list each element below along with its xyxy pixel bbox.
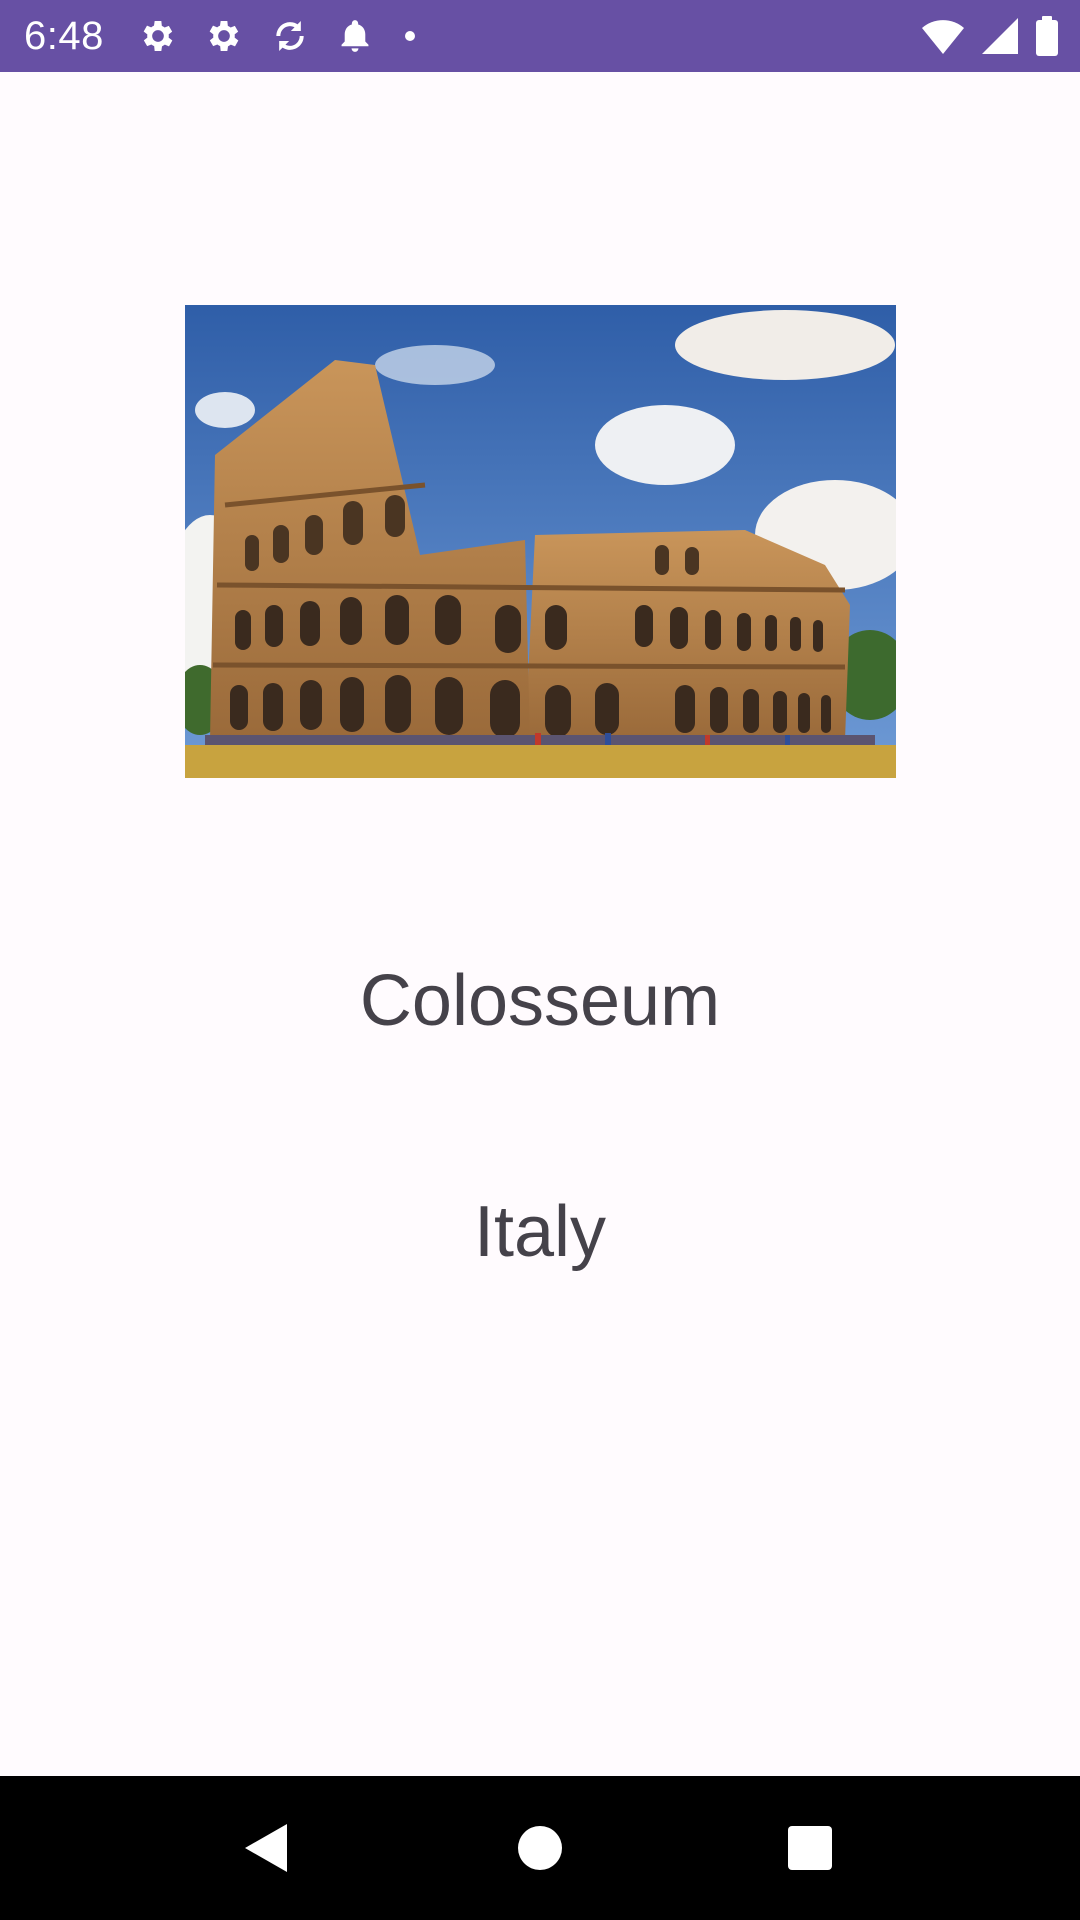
navigation-bar: [0, 1776, 1080, 1920]
dot-icon: [400, 16, 420, 56]
wifi-icon: [920, 16, 966, 56]
landmark-country: Italy: [473, 1192, 607, 1272]
colosseum-photo: [185, 305, 896, 778]
status-bar: 6:48: [0, 0, 1080, 72]
back-icon: [245, 1824, 287, 1872]
status-icons-left: [138, 16, 420, 56]
home-icon: [518, 1826, 562, 1870]
settings-icon: [138, 16, 178, 56]
landmark-name: Colosseum: [359, 961, 721, 1041]
settings-icon: [204, 16, 244, 56]
battery-icon: [1034, 15, 1060, 57]
status-time: 6:48: [24, 13, 104, 58]
recents-icon: [788, 1826, 832, 1870]
cell-signal-icon: [980, 16, 1020, 56]
status-icons-right: [920, 0, 1060, 72]
landmark-detail: Colosseum Italy: [0, 72, 1080, 1776]
home-button[interactable]: [460, 1776, 620, 1920]
sync-icon: [270, 16, 310, 56]
recents-button[interactable]: [730, 1776, 890, 1920]
notification-bell-icon: [336, 16, 374, 56]
back-button[interactable]: [187, 1776, 347, 1920]
